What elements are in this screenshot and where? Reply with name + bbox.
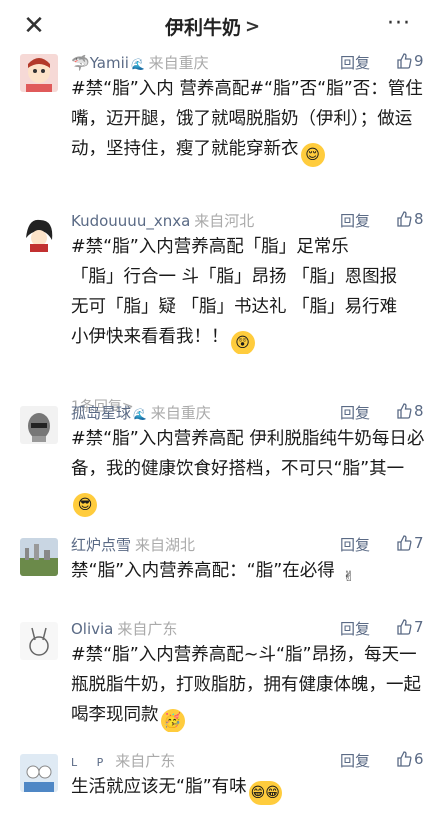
reply-button[interactable]: 回复 — [340, 618, 370, 639]
avatar[interactable] — [20, 622, 58, 660]
comment-text: 生活就应该无“脂”有味 😁😁 — [71, 772, 425, 806]
comment-username[interactable]: Olivia 来自广东 — [71, 618, 177, 639]
emoji: 😲 — [230, 331, 255, 354]
comment-text: #禁“脂”入内营养高配「脂」足常乐 「脂」行合一 斗「脂」昂扬 「脂」恩图报 无… — [71, 232, 425, 354]
top-bar: ✕ 伊利牛奶 > ··· — [0, 0, 425, 52]
thumbs-up-icon — [397, 403, 412, 419]
comment-username[interactable]: 孤岛星球 🌊 来自重庆 — [71, 402, 211, 423]
like-count: 8 — [414, 210, 424, 228]
close-icon: ✕ — [23, 11, 45, 41]
comment-list[interactable]: 🦈Yamii 🌊 来自重庆 回复 9 #禁“脂”入内 营养高配#“脂”否“脂”否：管… — [0, 52, 425, 833]
like-count: 6 — [414, 750, 424, 768]
like-button[interactable]: 9 — [396, 52, 424, 70]
like-button[interactable]: 8 — [396, 210, 424, 228]
comment-location: 来自河北 — [194, 212, 255, 230]
thumbs-up-icon — [397, 619, 412, 635]
emoji: 🥳 — [160, 709, 185, 732]
emoji: ✌ — [342, 569, 355, 585]
thumbs-up-icon — [397, 751, 412, 767]
page-title: 伊利牛奶 — [164, 16, 241, 39]
comment-location: 来自广东 — [117, 620, 178, 638]
comment-location: 来自重庆 — [150, 404, 211, 422]
like-count: 8 — [414, 402, 424, 420]
comment-username[interactable]: Kudouuuu_xnxa 来自河北 — [71, 210, 254, 231]
chevron-right-icon: > — [244, 15, 261, 37]
emoji: 😁😁 — [248, 781, 282, 805]
reply-button[interactable]: 回复 — [340, 750, 370, 771]
reply-button[interactable]: 回复 — [340, 402, 370, 423]
comment-text: #禁“脂”入内营养高配 伊利脱脂纯牛奶每日必备，我的健康饮食好搭档，不可只“脂”… — [71, 424, 425, 518]
reply-button[interactable]: 回复 — [340, 534, 370, 555]
like-button[interactable]: 7 — [396, 534, 424, 552]
reply-button[interactable]: 回复 — [340, 210, 370, 231]
thumbs-up-icon — [397, 535, 412, 551]
thumbs-up-icon — [397, 53, 412, 69]
avatar[interactable] — [20, 54, 58, 92]
comment-text: 禁“脂”入内营养高配：“脂”在必得 ✌ — [71, 556, 425, 590]
vip-badge-icon: 🌊 — [133, 408, 147, 421]
avatar[interactable] — [20, 214, 58, 252]
like-button[interactable]: 6 — [396, 750, 424, 768]
avatar[interactable] — [20, 406, 58, 444]
comment-text: #禁“脂”入内营养高配~斗“脂”昂扬，每天一瓶脱脂牛奶，打败脂肪，拥有健康体魄，… — [71, 640, 425, 732]
emoji: 😎 — [73, 493, 97, 517]
emoji: 😌 — [300, 143, 325, 167]
like-count: 7 — [414, 534, 424, 552]
close-button[interactable]: ✕ — [18, 10, 50, 42]
comment-username[interactable]: 🦈Yamii 🌊 来自重庆 — [71, 52, 209, 73]
comment-username[interactable]: 红炉点雪 来自湖北 — [71, 534, 195, 555]
comment-location: 来自重庆 — [148, 54, 209, 72]
avatar[interactable] — [20, 538, 58, 576]
like-count: 7 — [414, 618, 424, 636]
reply-button[interactable]: 回复 — [340, 52, 370, 73]
avatar[interactable] — [20, 754, 58, 792]
account-title-link[interactable]: 伊利牛奶 > — [165, 13, 260, 40]
more-icon: ··· — [387, 11, 411, 36]
comment-location: 来自广东 — [115, 752, 176, 770]
thumbs-up-icon — [397, 211, 412, 227]
comment-username[interactable]: L P 来自广东 — [71, 750, 175, 771]
like-count: 9 — [414, 52, 424, 70]
vip-badge-icon: 🌊 — [130, 58, 145, 71]
like-button[interactable]: 7 — [396, 618, 424, 636]
more-options-button[interactable]: ··· — [379, 12, 419, 40]
comment-text: #禁“脂”入内 营养高配#“脂”否“脂”否：管住嘴，迈开腿，饿了就喝脱脂奶（伊利… — [71, 74, 425, 204]
comment-location: 来自湖北 — [135, 536, 196, 554]
like-button[interactable]: 8 — [396, 402, 424, 420]
